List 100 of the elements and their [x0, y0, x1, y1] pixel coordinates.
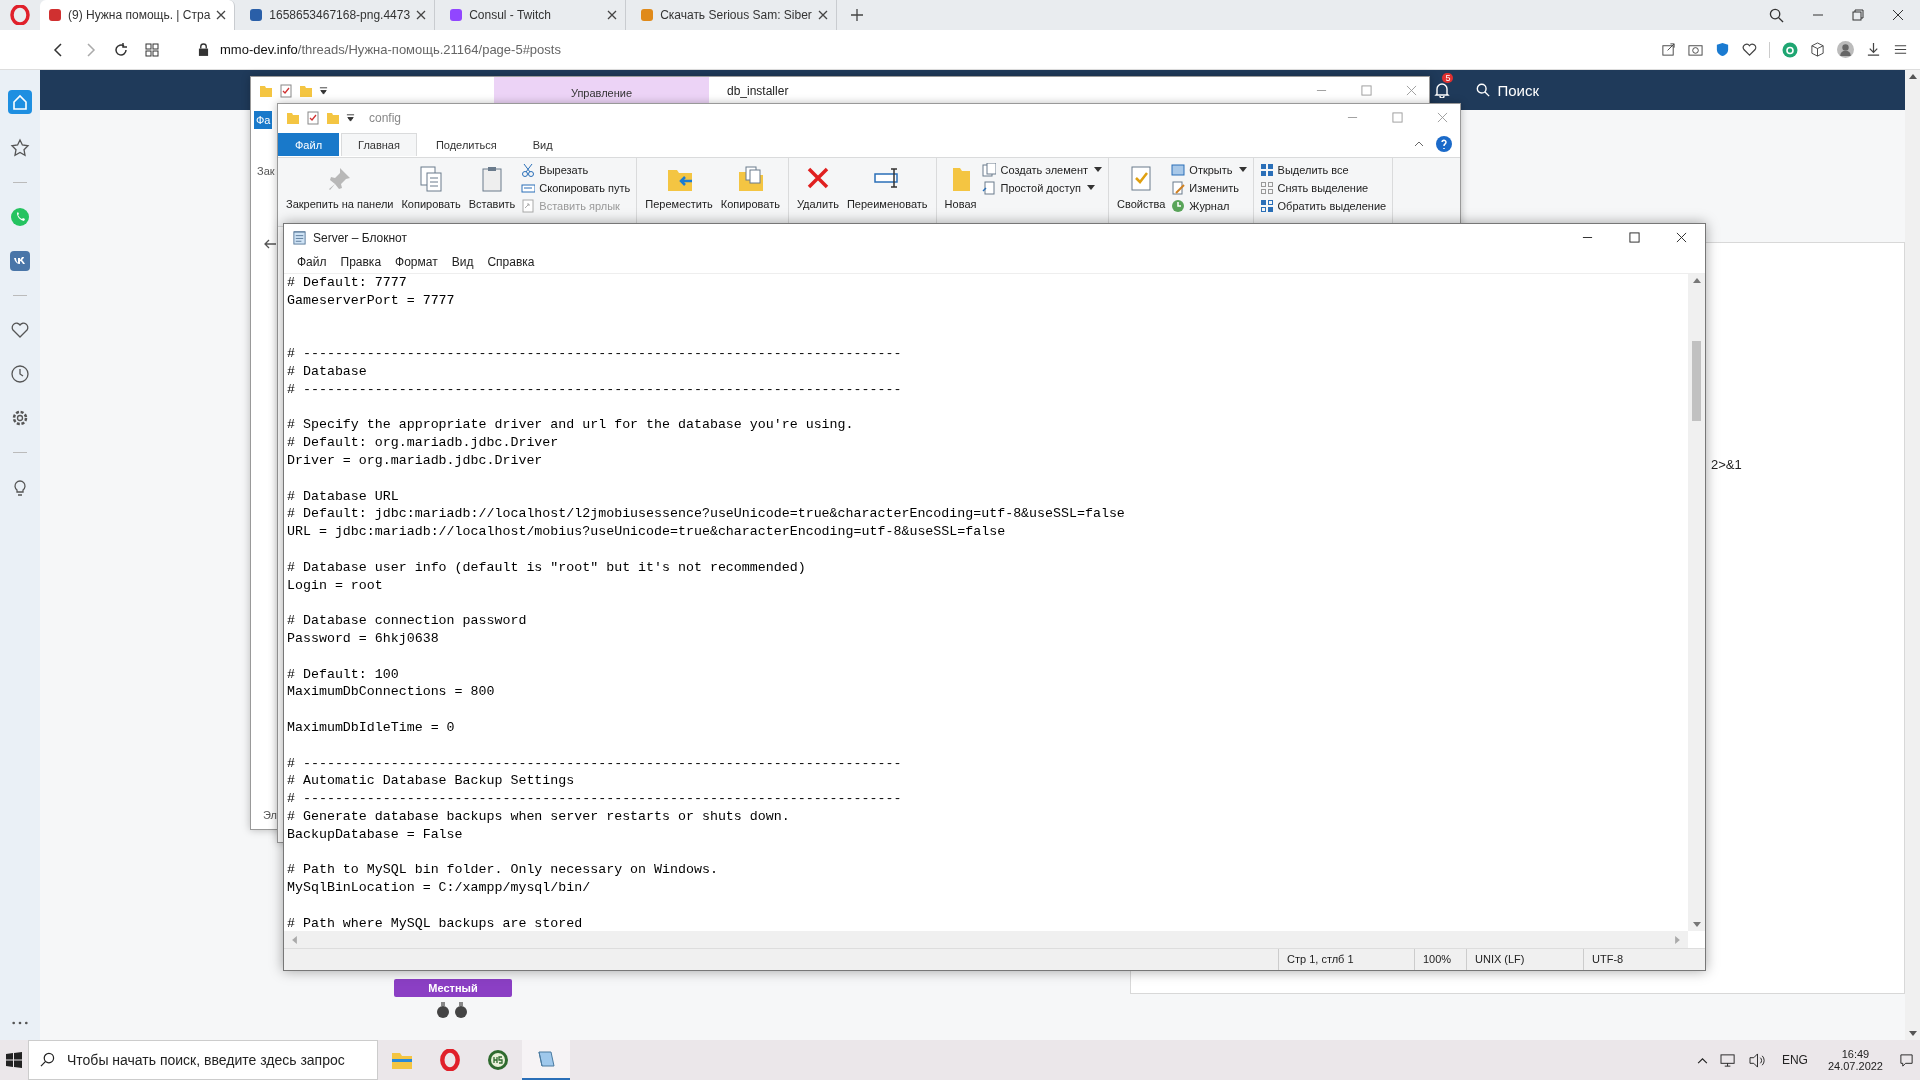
- restore-icon[interactable]: [1852, 9, 1864, 21]
- browser-tab[interactable]: (9) Нужна помощь. | Стра: [40, 0, 236, 30]
- more-icon[interactable]: [11, 1020, 29, 1026]
- ribbon-button[interactable]: Переместить: [643, 162, 715, 222]
- clock-icon[interactable]: [10, 364, 30, 384]
- ribbon-tab[interactable]: Главная: [341, 132, 417, 156]
- ribbon-tab[interactable]: Файл: [278, 132, 340, 156]
- favicon-icon: [449, 8, 464, 22]
- lock-icon[interactable]: [198, 43, 209, 56]
- ribbon-tab[interactable]: Поделиться: [418, 132, 514, 156]
- vk-icon[interactable]: [10, 251, 30, 271]
- close-icon[interactable]: [1892, 9, 1904, 21]
- settings-icon[interactable]: [10, 408, 30, 428]
- menu-item[interactable]: Формат: [388, 255, 445, 269]
- browser-logo-icon[interactable]: [10, 5, 30, 25]
- heart-icon[interactable]: [1742, 42, 1757, 57]
- close-icon[interactable]: [1676, 232, 1687, 243]
- camera-icon[interactable]: [1688, 42, 1703, 57]
- menu-item[interactable]: Правка: [333, 255, 389, 269]
- scroll-down-icon[interactable]: [1692, 922, 1701, 927]
- address-field[interactable]: mmo-dev.info/threads/Нужна-помощь.21164/page-5#posts: [220, 42, 561, 57]
- ribbon-tab[interactable]: Вид: [515, 132, 570, 156]
- dropdown-icon[interactable]: [346, 113, 355, 122]
- ribbon-button[interactable]: Вставить: [466, 162, 518, 222]
- caret-icon: [1238, 167, 1247, 172]
- ribbon-button[interactable]: Выделить все: [1259, 162, 1387, 177]
- download-icon[interactable]: [1866, 42, 1881, 57]
- scroll-up-icon[interactable]: [1692, 278, 1701, 283]
- ribbon-button[interactable]: Обратить выделение: [1259, 198, 1387, 213]
- ribbon-button[interactable]: Скопировать путь: [521, 180, 631, 195]
- menu-item[interactable]: Файл: [290, 255, 334, 269]
- ribbon-button[interactable]: Переименовать: [844, 162, 930, 222]
- window-title: Server – Блокнот: [313, 230, 408, 245]
- scroll-up-icon[interactable]: [1908, 74, 1917, 79]
- heart-icon[interactable]: [10, 320, 30, 340]
- language-indicator[interactable]: ENG: [1781, 1053, 1808, 1067]
- menu-item[interactable]: Вид: [444, 255, 481, 269]
- file-tab[interactable]: Фа: [254, 111, 273, 129]
- folder-icon: [391, 1050, 413, 1070]
- ribbon-button[interactable]: Копировать: [399, 162, 463, 222]
- close-icon[interactable]: [817, 10, 828, 20]
- avatar-icon[interactable]: [1837, 41, 1854, 58]
- close-icon[interactable]: [607, 10, 618, 20]
- cube-icon[interactable]: [1810, 42, 1825, 57]
- user-role-badge: Местный: [394, 979, 512, 997]
- ribbon-button[interactable]: Открыть: [1171, 162, 1247, 177]
- back-icon[interactable]: [263, 237, 277, 251]
- code-text: 2>&1: [1711, 457, 1742, 472]
- share-icon[interactable]: [1661, 42, 1676, 57]
- star-icon[interactable]: [10, 138, 30, 158]
- ribbon-button[interactable]: Простой доступ: [982, 180, 1103, 195]
- search-field[interactable]: Чтобы начать поиск, введите здесь запрос: [28, 1040, 378, 1080]
- search-icon[interactable]: [1769, 7, 1784, 23]
- notepad-icon: [292, 230, 307, 245]
- chevron-up-icon[interactable]: [1696, 1056, 1708, 1064]
- shield-icon[interactable]: [1715, 42, 1730, 57]
- ribbon-button[interactable]: Вырезать: [521, 162, 631, 177]
- ribbon-button[interactable]: Свойства: [1115, 162, 1168, 222]
- maximize-icon[interactable]: [1629, 232, 1640, 243]
- code-line: # Path where MySQL backups are stored: [287, 914, 584, 931]
- reload-icon[interactable]: [114, 42, 128, 57]
- taskbar-app[interactable]: [522, 1040, 570, 1080]
- ribbon-button[interactable]: Закрепить на панели: [284, 162, 396, 222]
- close-icon[interactable]: [216, 10, 227, 20]
- scrollbar-thumb[interactable]: [1692, 341, 1701, 421]
- network-icon[interactable]: [1719, 1052, 1737, 1068]
- favicon-icon: [249, 8, 264, 22]
- pencil-icon: [1171, 180, 1186, 195]
- new-tab-icon[interactable]: [850, 9, 863, 21]
- menu-item[interactable]: Справка: [480, 255, 542, 269]
- start-icon[interactable]: [6, 1052, 22, 1068]
- home-icon[interactable]: [8, 90, 32, 114]
- search-button[interactable]: Поиск: [1476, 81, 1539, 99]
- volume-icon[interactable]: [1748, 1052, 1766, 1068]
- history-icon: [1171, 198, 1186, 213]
- folder-icon: [286, 110, 300, 125]
- collapse-icon[interactable]: [1414, 141, 1424, 147]
- scroll-down-icon[interactable]: [1908, 1031, 1917, 1036]
- new-item-icon: [982, 162, 997, 177]
- menu-icon[interactable]: [1893, 42, 1908, 57]
- bell-icon[interactable]: [1434, 82, 1451, 98]
- checklist-icon[interactable]: [306, 110, 320, 125]
- extension-icon[interactable]: [1782, 41, 1798, 58]
- grid-icon[interactable]: [145, 42, 159, 57]
- checklist-icon[interactable]: [279, 83, 293, 98]
- ribbon-button[interactable]: Удалить: [794, 162, 841, 222]
- ribbon-button[interactable]: Создать элемент: [982, 162, 1103, 177]
- ribbon-button[interactable]: Снять выделение: [1259, 180, 1387, 195]
- ribbon-button[interactable]: Журнал: [1171, 198, 1247, 213]
- notification-badge: 5: [1442, 73, 1454, 83]
- ribbon-button[interactable]: Изменить: [1171, 180, 1247, 195]
- help-icon[interactable]: [1436, 136, 1452, 152]
- ribbon-button[interactable]: Новая: [942, 162, 979, 222]
- caret-icon: [1094, 167, 1103, 172]
- dropdown-icon[interactable]: [319, 86, 328, 95]
- context-tab[interactable]: Управление: [494, 77, 709, 104]
- clock[interactable]: 16:49 24.07.2022: [1827, 1048, 1883, 1072]
- notification-icon[interactable]: [1899, 1052, 1914, 1068]
- ribbon-button[interactable]: Копировать: [718, 162, 782, 222]
- close-icon[interactable]: [416, 10, 427, 20]
